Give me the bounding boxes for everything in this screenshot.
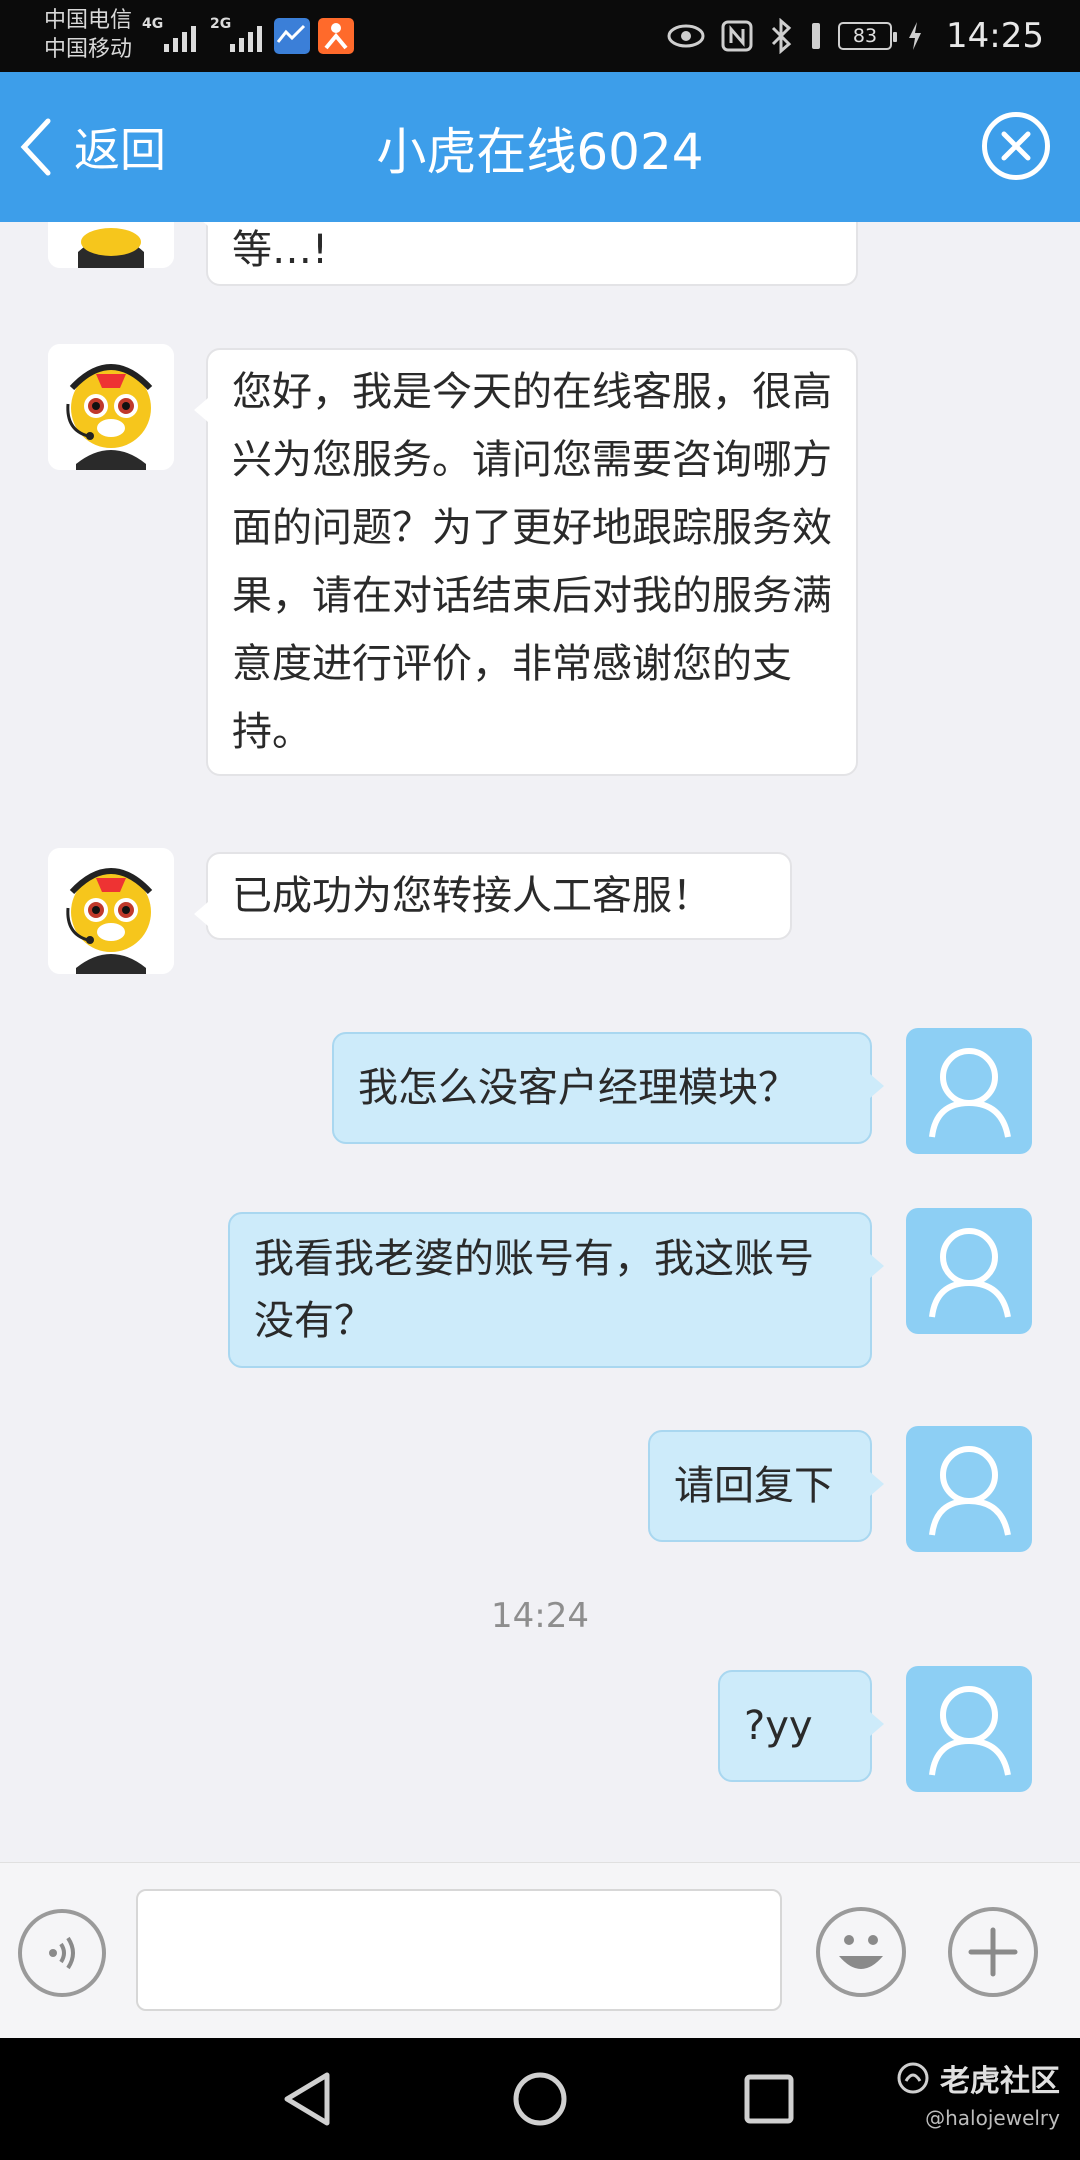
nfc-icon	[720, 19, 754, 53]
carrier-1: 中国电信	[44, 8, 133, 33]
agent-avatar	[48, 222, 174, 268]
status-time: 14:25	[946, 16, 1044, 56]
user-avatar	[906, 1426, 1032, 1552]
message-text: 我看我老婆的账号有，我这账号没有？	[254, 1236, 814, 1344]
message-text: 已成功为您转接人工客服！	[232, 873, 712, 919]
user-avatar	[906, 1208, 1032, 1334]
user-icon	[929, 1228, 1011, 1318]
chat-messages[interactable]: 等…! 您好，我是今天的在线客服，很高兴为您服务。请问您需要咨询哪方面的问题？为…	[0, 222, 1080, 1862]
message-input[interactable]	[136, 1889, 782, 2011]
system-nav-bar: 老虎社区 @halojewelry	[0, 2038, 1080, 2160]
voice-icon	[49, 1936, 75, 1970]
message-text: 等…!	[232, 227, 329, 273]
input-bar	[0, 1862, 1080, 2038]
user-icon	[929, 1048, 1011, 1138]
message-text: 请回复下	[674, 1463, 834, 1509]
watermark-handle: @halojewelry	[925, 2106, 1060, 2130]
page-title: 小虎在线6024	[376, 123, 704, 181]
signal-icon-2	[230, 22, 262, 52]
message-timestamp: 14:24	[491, 1596, 589, 1636]
square-recents-icon	[744, 2074, 794, 2124]
user-avatar	[906, 1666, 1032, 1792]
tiger-logo-icon	[897, 2062, 929, 2094]
user-icon	[929, 1446, 1011, 1536]
message-text: 我怎么没客户经理模块？	[358, 1065, 798, 1111]
signal-icon-1	[164, 22, 196, 52]
agent-avatar	[48, 848, 174, 974]
vibrate-icon	[808, 19, 824, 53]
eye-icon	[666, 22, 706, 50]
user-avatar	[906, 1028, 1032, 1154]
watermark: 老虎社区 @halojewelry	[896, 2056, 1060, 2130]
user-message-bubble: ?yy	[718, 1670, 884, 1782]
charging-icon	[906, 20, 924, 52]
plus-icon	[968, 1927, 1018, 1977]
voice-button[interactable]	[18, 1909, 106, 1997]
emoji-icon	[839, 1935, 883, 1969]
emoji-button[interactable]	[816, 1907, 906, 1997]
triangle-back-icon	[284, 2072, 330, 2126]
agent-message-bubble: 等…!	[194, 222, 858, 286]
agent-message-bubble: 您好，我是今天的在线客服，很高兴为您服务。请问您需要咨询哪方面的问题？为了更好地…	[194, 348, 858, 776]
message-text: 您好，我是今天的在线客服，很高兴为您服务。请问您需要咨询哪方面的问题？为了更好地…	[232, 369, 832, 755]
agent-avatar	[48, 344, 174, 470]
carrier-2: 中国移动	[44, 37, 133, 62]
network-type-2: 2G	[210, 16, 232, 32]
circle-home-icon	[513, 2072, 567, 2126]
user-message-bubble: 请回复下	[648, 1430, 884, 1542]
user-icon	[929, 1686, 1011, 1776]
nav-back-button[interactable]	[272, 2064, 342, 2134]
agent-message-bubble: 已成功为您转接人工客服！	[194, 852, 792, 940]
close-icon	[1001, 131, 1031, 161]
bluetooth-icon	[768, 18, 794, 54]
battery-icon: 83	[838, 22, 898, 50]
user-message-bubble: 我看我老婆的账号有，我这账号没有？	[228, 1212, 884, 1368]
user-message-bubble: 我怎么没客户经理模块？	[332, 1032, 884, 1144]
app-notification-icon	[274, 18, 310, 54]
carrier-info: 中国电信 中国移动	[44, 6, 132, 64]
chat-header: 返回 小虎在线6024	[0, 72, 1080, 222]
watermark-title: 老虎社区	[940, 2064, 1060, 2099]
message-text: ?yy	[744, 1703, 813, 1749]
nav-recents-button[interactable]	[734, 2064, 804, 2134]
status-icons: 83 14:25	[666, 0, 1044, 72]
nav-home-button[interactable]	[505, 2064, 575, 2134]
network-type-1: 4G	[142, 16, 164, 32]
status-bar: 中国电信 中国移动 4G 2G 83 14:25	[0, 0, 1080, 72]
more-button[interactable]	[948, 1907, 1038, 1997]
app-notification-icon	[318, 18, 354, 54]
close-button[interactable]	[982, 112, 1050, 180]
